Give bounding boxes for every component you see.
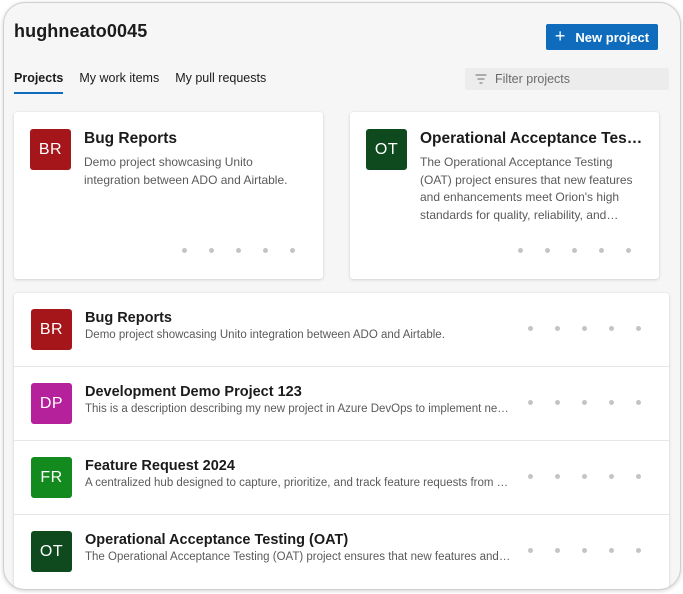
dot-placeholder [609,326,614,331]
dot-placeholder [555,326,560,331]
filter-input[interactable] [495,72,655,86]
project-row-description: This is a description describing my new … [85,403,513,415]
new-project-label: New project [575,29,650,45]
project-list: BR Bug Reports Demo project showcasing U… [14,293,669,589]
project-card-title[interactable]: Bug Reports [84,130,311,148]
project-avatar: BR [31,309,72,350]
row-dots [528,400,641,405]
tab-bar: Projects My work items My pull requests [14,71,282,94]
tab-my-work-items[interactable]: My work items [79,71,159,94]
card-dots [182,248,295,253]
new-project-button[interactable]: + New project [546,24,658,50]
project-row-title[interactable]: Operational Acceptance Testing (OAT) [85,532,348,548]
project-row-description: Demo project showcasing Unito integratio… [85,329,445,341]
org-title: hughneato0045 [14,21,148,41]
tab-projects[interactable]: Projects [14,71,64,94]
dot-placeholder [555,474,560,479]
project-row-description: The Operational Acceptance Testing (OAT)… [85,551,513,563]
filter-box[interactable] [465,68,669,90]
dot-placeholder [582,326,587,331]
project-avatar: OT [366,129,407,170]
dot-placeholder [209,248,214,253]
recent-project-card[interactable]: OT Operational Acceptance Testing (OAT) … [350,112,659,279]
tab-my-pull-requests[interactable]: My pull requests [175,71,266,94]
dot-placeholder [528,400,533,405]
project-row[interactable]: DP Development Demo Project 123 This is … [14,367,669,441]
project-avatar: FR [31,457,72,498]
project-avatar: OT [31,531,72,572]
dot-placeholder [582,400,587,405]
project-card-description: Demo project showcasing Unito integratio… [84,155,288,187]
dot-placeholder [636,400,641,405]
dot-placeholder [555,548,560,553]
project-row-title[interactable]: Development Demo Project 123 [85,384,302,400]
dot-placeholder [528,548,533,553]
filter-icon [475,74,487,84]
dot-placeholder [609,400,614,405]
dot-placeholder [599,248,604,253]
dot-placeholder [555,400,560,405]
dot-placeholder [636,548,641,553]
dot-placeholder [582,548,587,553]
project-row[interactable]: BR Bug Reports Demo project showcasing U… [14,293,669,367]
dot-placeholder [609,548,614,553]
dot-placeholder [263,248,268,253]
dot-placeholder [545,248,550,253]
dot-placeholder [528,474,533,479]
plus-icon: + [554,26,566,46]
project-row-title[interactable]: Feature Request 2024 [85,458,235,474]
dot-placeholder [636,474,641,479]
dot-placeholder [636,326,641,331]
dot-placeholder [290,248,295,253]
app-window: hughneato0045 + New project Projects My … [3,2,681,590]
row-dots [528,548,641,553]
project-card-description: The Operational Acceptance Testing (OAT)… [420,155,633,222]
dot-placeholder [528,326,533,331]
project-row-description: A centralized hub designed to capture, p… [85,477,513,489]
dot-placeholder [609,474,614,479]
dot-placeholder [236,248,241,253]
dot-placeholder [572,248,577,253]
project-row[interactable]: OT Operational Acceptance Testing (OAT) … [14,515,669,588]
dot-placeholder [182,248,187,253]
project-row[interactable]: FR Feature Request 2024 A centralized hu… [14,441,669,515]
row-dots [528,474,641,479]
project-avatar: DP [31,383,72,424]
dot-placeholder [518,248,523,253]
project-avatar: BR [30,129,71,170]
row-dots [528,326,641,331]
card-dots [518,248,631,253]
dot-placeholder [582,474,587,479]
project-card-title[interactable]: Operational Acceptance Testing (OAT) [420,130,647,148]
project-row-title[interactable]: Bug Reports [85,310,172,326]
recent-project-card[interactable]: BR Bug Reports Demo project showcasing U… [14,112,323,279]
dot-placeholder [626,248,631,253]
